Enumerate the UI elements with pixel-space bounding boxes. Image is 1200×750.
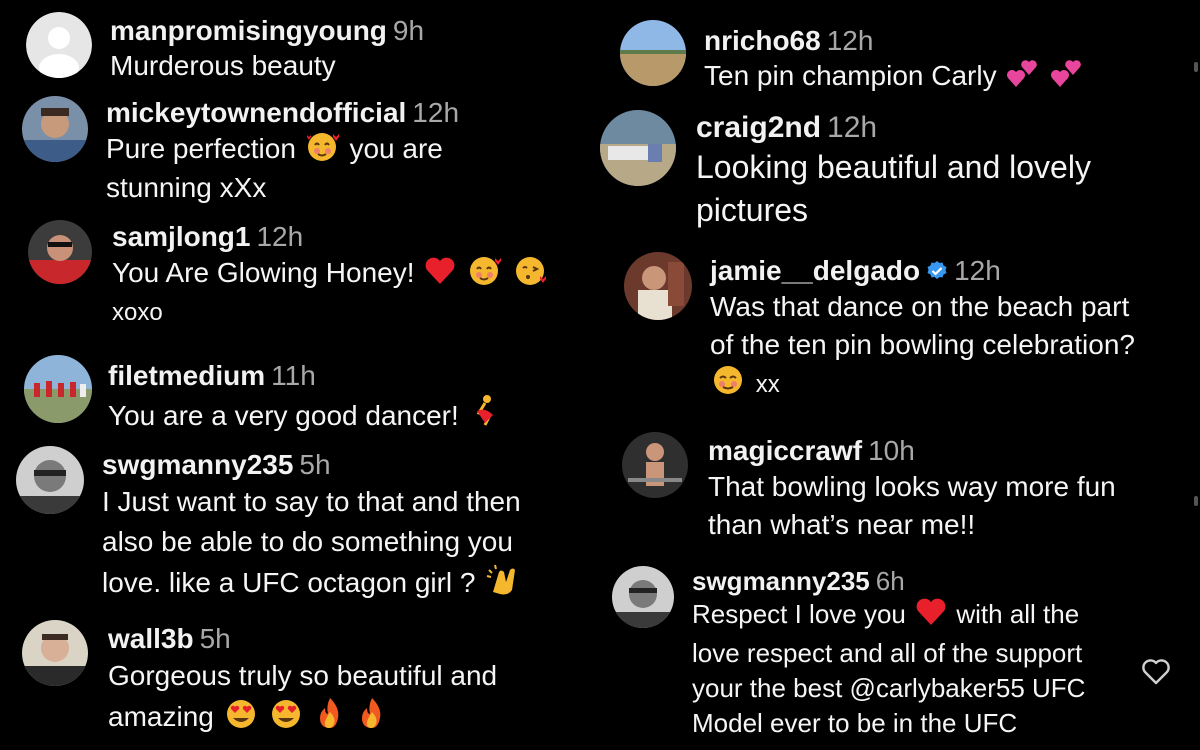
comment-item: swgmanny235 6h Respect I love you with al… [612, 566, 1142, 746]
comment-text: love. like a UFC octagon girl ? [102, 566, 476, 598]
avatar[interactable] [28, 220, 92, 284]
avatar[interactable] [24, 355, 92, 423]
profile-photo-icon [24, 355, 92, 423]
comment-username[interactable]: wall3b [108, 623, 194, 654]
comment-item: manpromisingyoung 9h Murderous beauty [26, 12, 586, 82]
comment-text: Murderous beauty [110, 49, 336, 81]
comment-username[interactable]: manpromisingyoung [110, 15, 387, 46]
profile-photo-icon [22, 620, 88, 686]
comment-text: Model ever to be in the UFC [692, 708, 1018, 739]
comment-item: samjlong1 12h You Are Glowing Honey! xoxo [28, 220, 588, 330]
comment-timestamp: 12h [256, 221, 304, 252]
comment-text: Was that dance on the beach part [710, 290, 1130, 322]
profile-photo-icon [622, 432, 688, 498]
heart-outline-icon [1142, 659, 1170, 685]
avatar[interactable] [22, 96, 88, 162]
avatar[interactable] [600, 110, 676, 186]
comment-username[interactable]: swgmanny235 [692, 566, 870, 596]
comment-text: Respect I love you [692, 599, 906, 630]
comment-timestamp: 12h [412, 97, 460, 128]
heart-eyes-icon [269, 698, 303, 741]
comment-text: Looking beautiful and lovely [696, 149, 1091, 185]
comment-text: You are a very good dancer! [108, 399, 459, 431]
comment-text: you are [349, 132, 443, 164]
comment-username[interactable]: filetmedium [108, 360, 265, 391]
avatar[interactable] [620, 20, 686, 86]
default-avatar-icon [26, 12, 92, 78]
scroll-edge-mark [1194, 496, 1198, 506]
like-button[interactable] [1140, 656, 1172, 688]
profile-photo-icon [624, 252, 692, 320]
avatar[interactable] [624, 252, 692, 320]
avatar[interactable] [622, 432, 688, 498]
fire-icon [357, 696, 387, 741]
profile-photo-icon [28, 220, 92, 284]
profile-photo-icon [16, 446, 84, 514]
comment-text: That bowling looks way more fun [708, 470, 1116, 502]
fire-icon [315, 696, 345, 741]
comment-item: craig2nd 12h Looking beautiful and lovely… [600, 110, 1180, 240]
comment-username[interactable]: swgmanny235 [102, 449, 293, 480]
comment-item: magiccrawf 10h That bowling looks way mor… [622, 432, 1182, 552]
face-blowing-kiss-icon [514, 254, 548, 294]
smiling-face-with-hearts-icon [306, 130, 340, 170]
comment-text: You Are Glowing Honey! [112, 256, 415, 288]
avatar[interactable] [612, 566, 674, 628]
comment-timestamp: 5h [299, 449, 331, 480]
comment-text: amazing [108, 700, 214, 732]
comment-username[interactable]: mickeytownendofficial [106, 97, 406, 128]
woman-dancing-icon [469, 393, 499, 437]
comment-text: Pure perfection [106, 132, 296, 164]
comment-text: I Just want to say to that and then [102, 485, 521, 517]
avatar-default[interactable] [26, 12, 92, 78]
two-hearts-icon [1050, 59, 1082, 97]
comment-timestamp: 9h [392, 15, 425, 46]
comment-username[interactable]: magiccrawf [708, 435, 862, 466]
scroll-edge-mark [1194, 62, 1198, 72]
profile-photo-icon [600, 110, 676, 186]
comment-item: nricho68 12h Ten pin champion Carly [620, 20, 1180, 100]
comment-text: of the ten pin bowling celebration? [710, 328, 1135, 360]
comment-item: jamie__delgado 12h Was that dance on the … [624, 252, 1190, 412]
comment-text: your the best @carlybaker55 UFC [692, 673, 1086, 704]
comment-item: filetmedium 11h You are a very good dance… [24, 355, 584, 435]
comment-text: pictures [696, 192, 809, 228]
comment-text: stunning xXx [106, 171, 267, 203]
comment-text: xoxo [112, 298, 163, 326]
two-hearts-icon [1006, 59, 1038, 97]
smiling-face-with-hearts-icon [468, 254, 502, 294]
profile-photo-icon [620, 20, 686, 86]
comment-timestamp: 6h [875, 566, 905, 596]
comment-timestamp: 11h [271, 360, 316, 391]
comment-timestamp: 12h [954, 255, 1001, 286]
comment-item: swgmanny235 5h I Just want to say to that… [16, 446, 592, 611]
comment-timestamp: 12h [826, 25, 874, 56]
comment-text: Ten pin champion Carly [704, 59, 997, 91]
comment-username[interactable]: nricho68 [704, 25, 821, 56]
comment-timestamp: 12h [827, 111, 878, 144]
comment-item: wall3b 5h Gorgeous truly so beautiful and… [22, 620, 592, 740]
profile-photo-icon [612, 566, 674, 628]
avatar[interactable] [16, 446, 84, 514]
comment-text: love respect and all of the support [692, 638, 1083, 669]
profile-photo-icon [22, 96, 88, 162]
comment-username[interactable]: jamie__delgado [710, 255, 920, 286]
comment-timestamp: 10h [868, 435, 915, 466]
clapping-hands-icon [485, 562, 521, 607]
comment-text: xx [755, 370, 780, 398]
comment-item: mickeytownendofficial 12h Pure perfection… [22, 96, 592, 206]
comment-timestamp: 5h [199, 623, 231, 654]
comment-username[interactable]: craig2nd [696, 111, 821, 144]
comment-text: Gorgeous truly so beautiful and [108, 659, 498, 691]
comment-text: with all the [956, 599, 1080, 630]
comment-username[interactable]: samjlong1 [112, 221, 250, 252]
avatar[interactable] [22, 620, 88, 686]
comment-text: than what’s near me!! [708, 508, 976, 540]
red-heart-icon [424, 256, 456, 294]
verified-badge-icon [927, 261, 947, 279]
comment-text: also be able to do something you [102, 525, 513, 557]
smiling-face-icon [712, 364, 746, 406]
red-heart-icon [915, 597, 947, 636]
heart-eyes-icon [224, 698, 258, 741]
